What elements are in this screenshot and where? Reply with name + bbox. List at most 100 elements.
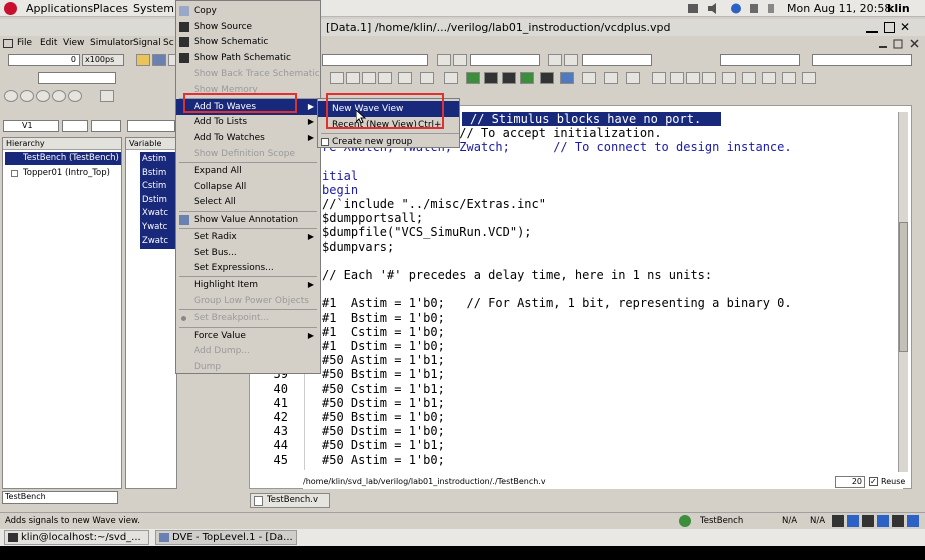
sim-stop-icon[interactable] (346, 72, 360, 84)
variable-item[interactable]: Xwatc (142, 207, 168, 220)
menu-item-select-all[interactable]: Select All (176, 194, 320, 210)
marker-input[interactable] (582, 54, 652, 66)
zoom-fit-icon[interactable] (702, 72, 716, 84)
taskbar-terminal[interactable]: klin@localhost:~/svd_... (4, 530, 149, 545)
menu-item-highlight-item[interactable]: Highlight Item ▶ (176, 277, 320, 293)
variable-item[interactable]: Zwatc (142, 235, 168, 248)
menu-item-show-source[interactable]: Show Source (176, 19, 320, 35)
sim-next-icon[interactable] (378, 72, 392, 84)
expand-icon[interactable] (11, 170, 18, 177)
schematic-pane-icon[interactable] (520, 72, 534, 84)
zoom-out-icon[interactable] (686, 72, 700, 84)
menu-simulator[interactable]: Simulator (90, 38, 133, 48)
step-icon[interactable] (548, 54, 562, 66)
status-icons[interactable] (832, 515, 922, 527)
zoom-prev-icon[interactable] (742, 72, 756, 84)
restart-icon[interactable] (398, 72, 412, 84)
menu-item-force-value[interactable]: Force Value ▶ (176, 328, 320, 344)
mdi-controls[interactable] (878, 38, 922, 49)
hierarchy-item-topper01[interactable]: Topper01 (Intro_Top) (11, 167, 121, 180)
variable-item[interactable]: Dstim (142, 194, 167, 207)
nav-home-icon[interactable] (52, 90, 66, 102)
places-menu[interactable]: Places (93, 2, 128, 15)
scroll-thumb[interactable] (899, 222, 908, 352)
system-menu[interactable]: System (133, 2, 174, 15)
menu-item-expand-all[interactable]: Expand All (176, 163, 320, 179)
data-pane-icon[interactable] (484, 72, 498, 84)
source-pane-icon[interactable] (502, 72, 516, 84)
sim-run-icon[interactable] (330, 72, 344, 84)
hierarchy-header[interactable]: Hierarchy (3, 138, 121, 150)
bookmark-icon[interactable] (420, 72, 434, 84)
menu-item-set-bus[interactable]: Set Bus... (176, 245, 320, 261)
table-icon[interactable] (626, 72, 640, 84)
nav-collapse-icon[interactable] (100, 90, 114, 102)
variable-item[interactable]: Cstim (142, 180, 166, 193)
next-icon[interactable] (564, 54, 578, 66)
menu-item-show-schematic[interactable]: Show Schematic (176, 34, 320, 50)
watch-pane-icon[interactable] (604, 72, 618, 84)
menu-item-show-path-schematic[interactable]: Show Path Schematic (176, 50, 320, 66)
toolbar-combo[interactable] (322, 54, 428, 66)
taskbar-dve[interactable]: DVE - TopLevel.1 - [Da... (155, 530, 297, 545)
menu-file[interactable]: File (17, 38, 32, 48)
save-icon[interactable] (152, 54, 166, 66)
edge-input[interactable] (812, 54, 912, 66)
open-icon[interactable] (136, 54, 150, 66)
variable-item[interactable]: Astim (142, 153, 166, 166)
variable-item[interactable]: Ywatc (142, 221, 167, 234)
source-tab[interactable]: TestBench.v (250, 493, 330, 508)
menu-item-set-expressions[interactable]: Set Expressions... (176, 260, 320, 276)
find-next-icon[interactable] (453, 54, 467, 66)
menu-item-collapse-all[interactable]: Collapse All (176, 179, 320, 195)
zoom-in-icon[interactable] (670, 72, 684, 84)
hierarchy-item-testbench[interactable]: TestBench (TestBench) (5, 152, 121, 165)
menu-signal[interactable]: Signal (133, 38, 161, 48)
nav-forward-icon[interactable] (20, 90, 34, 102)
menu-edit[interactable]: Edit (40, 38, 57, 48)
menu-item-show-value-annotation[interactable]: Show Value Annotation (176, 212, 320, 228)
menu-item-copy[interactable]: Copy (176, 3, 320, 19)
hierarchy-icon[interactable] (466, 72, 480, 84)
menu-view[interactable]: View (63, 38, 84, 48)
filter-input[interactable] (38, 72, 116, 84)
search-icon[interactable] (437, 54, 451, 66)
sim-icon[interactable] (444, 72, 458, 84)
nav-back-icon[interactable] (4, 90, 18, 102)
minimize-button[interactable] (866, 22, 878, 33)
variable-filter-select[interactable] (127, 120, 175, 132)
zoom-icon[interactable] (782, 72, 796, 84)
variable-header[interactable]: Variable (126, 138, 176, 150)
variable-item[interactable]: Bstim (142, 167, 166, 180)
list-pane-icon[interactable] (560, 72, 574, 84)
applications-menu[interactable]: Applications (26, 2, 93, 15)
zoom-area-icon[interactable] (762, 72, 776, 84)
menu-item-add-to-watches[interactable]: Add To Watches ▶ (176, 130, 320, 146)
sim-step-icon[interactable] (362, 72, 376, 84)
cursor-icon[interactable] (652, 72, 666, 84)
nav-refresh-icon[interactable] (68, 90, 82, 102)
close-button[interactable]: ✕ (900, 20, 910, 34)
scope-select[interactable]: V1 (3, 120, 59, 132)
source-vscrollbar[interactable] (898, 112, 908, 472)
menu-scope[interactable]: Sc (163, 38, 174, 48)
scope-filter-select[interactable] (91, 120, 121, 132)
clock[interactable]: Mon Aug 11, 20:58 (787, 2, 891, 15)
nav-up-icon[interactable] (36, 90, 50, 102)
menu-item-add-to-lists[interactable]: Add To Lists ▶ (176, 114, 320, 130)
time-unit-select[interactable]: x100ps (82, 54, 124, 66)
line-number-input[interactable]: 20 (835, 476, 865, 488)
scope-type-select[interactable] (62, 120, 88, 132)
maximize-button[interactable] (884, 22, 895, 33)
create-new-group-item[interactable]: Create new group (318, 134, 459, 150)
hierarchy-search-input[interactable]: TestBench (2, 491, 118, 504)
zoom-full-icon[interactable] (722, 72, 736, 84)
redhat-logo-icon[interactable] (4, 2, 17, 15)
memory-pane-icon[interactable] (582, 72, 596, 84)
menu-item-set-radix[interactable]: Set Radix ▶ (176, 229, 320, 245)
value-input[interactable] (470, 54, 540, 66)
wave-pane-icon[interactable] (540, 72, 554, 84)
time-input[interactable]: 0 (8, 54, 80, 66)
zoom-sel-icon[interactable] (802, 72, 816, 84)
reuse-checkbox[interactable]: ✓ (869, 477, 878, 486)
